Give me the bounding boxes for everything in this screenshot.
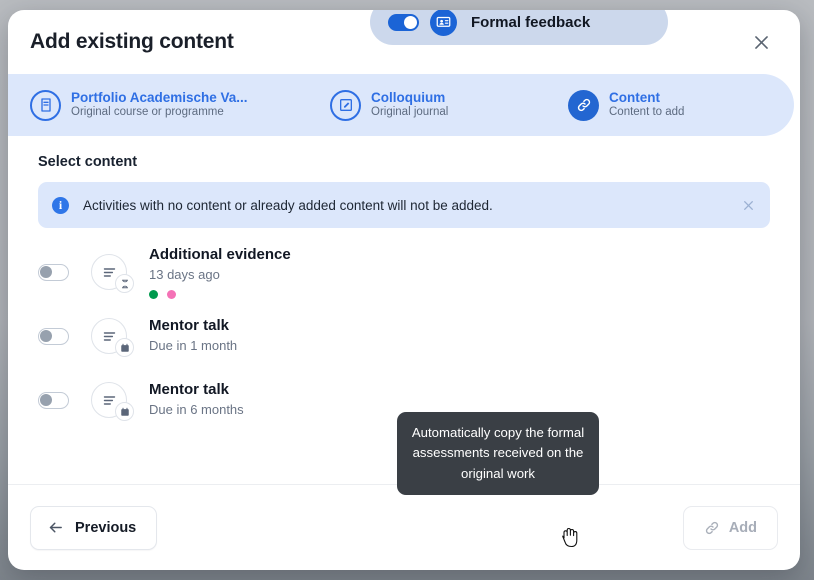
link-icon: [705, 521, 718, 535]
formal-feedback-label: Formal feedback: [471, 13, 591, 31]
previous-button-label: Previous: [75, 519, 137, 536]
previous-button[interactable]: Previous: [30, 505, 158, 550]
add-button-label: Add: [728, 520, 757, 536]
item-toggle[interactable]: [38, 391, 69, 409]
item-icon-group: [91, 382, 134, 421]
hourglass-icon: [115, 274, 134, 293]
step-subtitle: Content to add: [609, 106, 685, 119]
item-icon-group: [91, 254, 134, 293]
item-subtitle: 13 days ago: [149, 266, 220, 282]
info-banner-text: Activities with no content or already ad…: [83, 197, 493, 213]
edit-document-icon: [330, 89, 361, 121]
add-button[interactable]: Add: [682, 506, 778, 550]
calendar-icon: [115, 402, 134, 421]
item-toggle[interactable]: [38, 327, 69, 345]
info-icon: i: [52, 196, 69, 214]
item-text: Mentor talk Due in 6 months: [149, 380, 244, 419]
calendar-icon: [115, 338, 134, 357]
step-title: Content: [609, 90, 660, 106]
page-title: Add existing content: [30, 30, 234, 53]
item-text: Mentor talk Due in 1 month: [149, 316, 237, 355]
item-text: Additional evidence 13 days ago: [149, 245, 291, 299]
status-dot-pink: [167, 289, 176, 299]
book-icon: [30, 89, 61, 121]
status-dot-green: [149, 289, 158, 299]
info-banner: i Activities with no content or already …: [38, 182, 770, 228]
step-title: Portfolio Academische Va...: [71, 90, 248, 106]
status-dots: [149, 289, 291, 299]
list-item[interactable]: Additional evidence 13 days ago: [30, 240, 778, 304]
dismiss-info-banner-button[interactable]: [738, 195, 758, 215]
formal-feedback-toggle[interactable]: [388, 13, 419, 31]
formal-feedback-tooltip: Automatically copy the formal assessment…: [397, 412, 599, 496]
item-title: Mentor talk: [149, 381, 230, 399]
close-modal-button[interactable]: [746, 27, 776, 57]
close-icon: [754, 35, 768, 49]
step-colloquium[interactable]: Colloquium Original journal: [330, 89, 568, 121]
item-title: Additional evidence: [149, 246, 291, 264]
item-toggle[interactable]: [38, 263, 69, 281]
item-icon-group: [91, 318, 134, 357]
arrow-left-icon: [49, 522, 62, 533]
step-content[interactable]: Content Content to add: [568, 89, 685, 121]
stepper-bar: Portfolio Academische Va... Original cou…: [8, 74, 794, 136]
item-subtitle: Due in 1 month: [149, 337, 238, 353]
link-icon: [568, 89, 599, 121]
presentation-person-icon: [430, 10, 457, 36]
close-icon: [743, 200, 753, 210]
item-subtitle: Due in 6 months: [149, 401, 244, 417]
step-title: Colloquium: [371, 90, 446, 106]
content-list: Additional evidence 13 days ago Mentor t…: [30, 240, 778, 432]
section-title: Select content: [38, 154, 138, 170]
formal-feedback-toggle-pill[interactable]: Formal feedback: [370, 10, 668, 45]
step-portfolio[interactable]: Portfolio Academische Va... Original cou…: [30, 89, 330, 121]
step-subtitle: Original journal: [371, 106, 449, 119]
step-subtitle: Original course or programme: [71, 106, 224, 119]
item-title: Mentor talk: [149, 317, 230, 335]
list-item[interactable]: Mentor talk Due in 1 month: [30, 304, 778, 368]
modal-footer: Previous Formal feedback Add: [8, 10, 800, 570]
